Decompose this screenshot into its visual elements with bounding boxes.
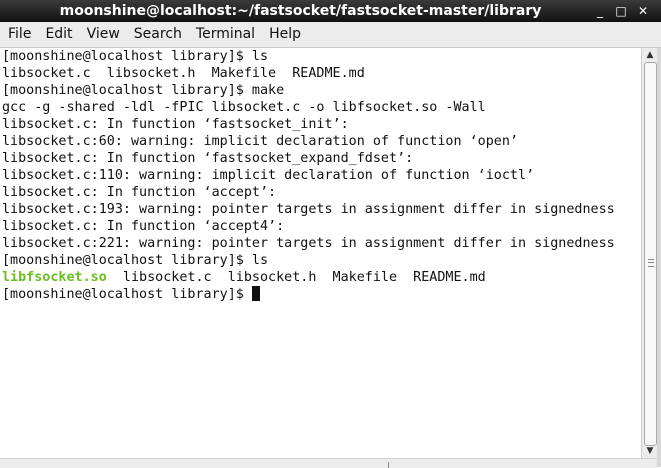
menu-search[interactable]: Search bbox=[128, 22, 188, 47]
terminal-line: libsocket.c:193: warning: pointer target… bbox=[0, 201, 641, 218]
terminal-line: libsocket.c:60: warning: implicit declar… bbox=[0, 133, 641, 150]
menu-help[interactable]: Help bbox=[263, 22, 307, 47]
terminal-line: libsocket.c: In function ‘fastsocket_exp… bbox=[0, 150, 641, 167]
line-text: gcc -g -shared -ldl -fPIC libsocket.c -o… bbox=[2, 100, 486, 115]
line-text: [moonshine@localhost library]$ bbox=[2, 287, 252, 302]
window-edge bbox=[657, 48, 661, 467]
line-text: libsocket.c:221: warning: pointer target… bbox=[2, 236, 615, 251]
resize-mark bbox=[388, 462, 389, 468]
menu-edit[interactable]: Edit bbox=[39, 22, 78, 47]
scroll-up-icon[interactable]: ▲ bbox=[642, 48, 658, 62]
menu-view[interactable]: View bbox=[81, 22, 126, 47]
terminal-line: libsocket.c libsocket.h Makefile README.… bbox=[0, 65, 641, 82]
line-text: libsocket.c: In function ‘accept’: bbox=[2, 185, 277, 200]
line-text: [moonshine@localhost library]$ make bbox=[2, 83, 285, 98]
terminal-line: gcc -g -shared -ldl -fPIC libsocket.c -o… bbox=[0, 99, 641, 116]
terminal-line: libsocket.c: In function ‘accept4’: bbox=[0, 218, 641, 235]
vertical-scrollbar[interactable]: ▲ ▼ bbox=[641, 48, 658, 458]
terminal-line: libsocket.c:221: warning: pointer target… bbox=[0, 235, 641, 252]
terminal-line: libsocket.c: In function ‘fastsocket_ini… bbox=[0, 116, 641, 133]
line-text: libsocket.c libsocket.h Makefile README.… bbox=[2, 66, 365, 81]
scrollbar-thumb[interactable] bbox=[644, 62, 657, 446]
terminal-line: [moonshine@localhost library]$ ls bbox=[0, 48, 641, 65]
terminal-line: libsocket.c: In function ‘accept’: bbox=[0, 184, 641, 201]
terminal-line: [moonshine@localhost library]$ ls bbox=[0, 252, 641, 269]
text-cursor bbox=[251, 286, 260, 301]
maximize-icon[interactable]: □ bbox=[612, 0, 630, 22]
grip-icon bbox=[648, 259, 654, 267]
line-text: libsocket.c:193: warning: pointer target… bbox=[2, 202, 615, 217]
line-text: libsocket.c: In function ‘accept4’: bbox=[2, 219, 285, 234]
terminal-line: [moonshine@localhost library]$ bbox=[0, 286, 641, 303]
line-text: [moonshine@localhost library]$ ls bbox=[2, 49, 269, 64]
executable-filename: libfsocket.so bbox=[2, 270, 107, 285]
terminal-line: libfsocket.so libsocket.c libsocket.h Ma… bbox=[0, 269, 641, 286]
title-bar[interactable]: moonshine@localhost:~/fastsocket/fastsoc… bbox=[0, 0, 661, 22]
menu-bar: File Edit View Search Terminal Help bbox=[0, 22, 661, 48]
menu-file[interactable]: File bbox=[2, 22, 37, 47]
line-text: libsocket.c: In function ‘fastsocket_exp… bbox=[2, 151, 414, 166]
line-text: libsocket.c:110: warning: implicit decla… bbox=[2, 168, 535, 183]
terminal-line: [moonshine@localhost library]$ make bbox=[0, 82, 641, 99]
close-icon[interactable]: ✕ bbox=[634, 0, 652, 22]
terminal-line: libsocket.c:110: warning: implicit decla… bbox=[0, 167, 641, 184]
terminal-output[interactable]: [moonshine@localhost library]$ ls libsock… bbox=[0, 48, 641, 458]
menu-terminal[interactable]: Terminal bbox=[190, 22, 261, 47]
minimize-icon[interactable]: _ bbox=[591, 0, 609, 22]
window-title: moonshine@localhost:~/fastsocket/fastsoc… bbox=[59, 3, 542, 19]
line-text: libsocket.c:60: warning: implicit declar… bbox=[2, 134, 518, 149]
scroll-down-icon[interactable]: ▼ bbox=[642, 444, 658, 458]
line-text: libsocket.c: In function ‘fastsocket_ini… bbox=[2, 117, 349, 132]
line-text: [moonshine@localhost library]$ ls bbox=[2, 253, 269, 268]
line-text: libsocket.c libsocket.h Makefile README.… bbox=[106, 270, 486, 285]
